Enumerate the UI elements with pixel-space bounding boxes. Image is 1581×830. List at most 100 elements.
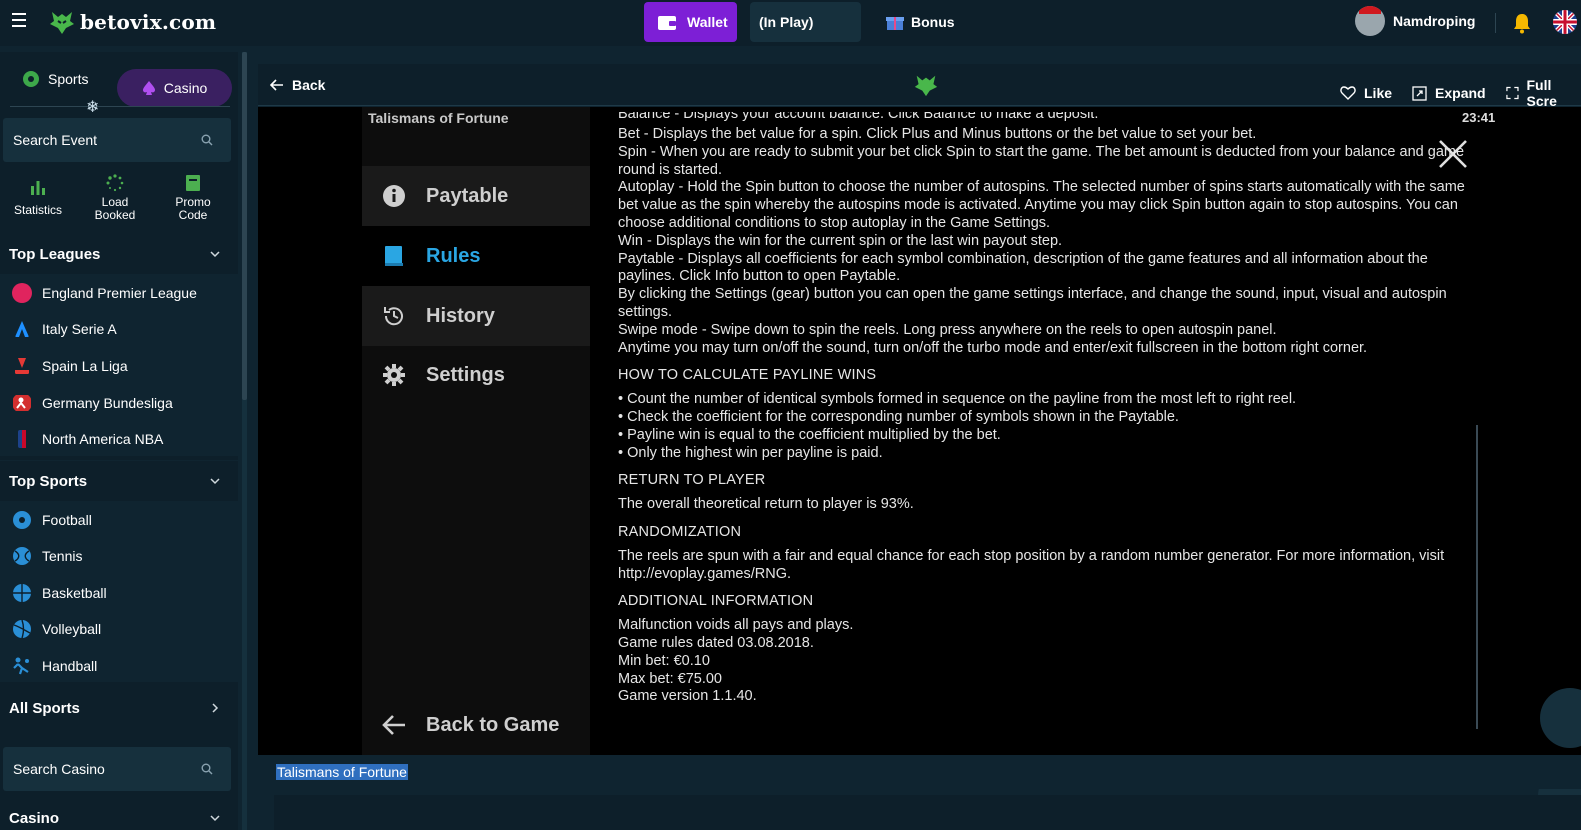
expand-label: Expand [1435, 85, 1486, 101]
brand-logo[interactable]: betovix.com [48, 8, 216, 36]
statistics-button[interactable]: Statistics [14, 178, 62, 217]
top-leagues-header[interactable]: Top Leagues [0, 234, 238, 274]
league-label: England Premier League [42, 285, 197, 301]
league-label: Spain La Liga [42, 358, 128, 374]
header-divider [1495, 13, 1496, 33]
premier-league-icon [12, 283, 32, 303]
additional-item: Game rules dated 03.08.2018. [618, 634, 814, 651]
inplay-label: (In Play) [759, 14, 814, 30]
soccer-ball-icon [23, 71, 39, 87]
rtp-text: The overall theoretical return to player… [618, 496, 914, 513]
casino-header[interactable]: Casino [0, 798, 238, 830]
sports-tab[interactable]: Sports [22, 70, 88, 88]
game-title: Talismans of Fortune [368, 110, 509, 126]
search-event-input[interactable]: Search Event [3, 118, 231, 162]
history-label: History [426, 304, 495, 327]
bonus-link[interactable]: Bonus [885, 12, 955, 32]
user-menu[interactable]: Namdroping [1355, 6, 1475, 36]
loading-icon [106, 174, 124, 192]
like-button[interactable]: Like [1340, 85, 1392, 101]
rule-paragraph: Paytable - Displays all coefficients for… [618, 250, 1428, 285]
league-germany-bundesliga[interactable]: Germany Bundesliga [12, 393, 173, 413]
promo-ticket-icon [186, 175, 200, 191]
fullscreen-button[interactable]: Full Scre [1505, 77, 1581, 109]
rule-paragraph: Win - Displays the win for the current s… [618, 232, 1063, 249]
gift-icon [886, 17, 904, 30]
bundesliga-icon [13, 395, 31, 411]
top-sports-header[interactable]: Top Sports [0, 461, 238, 501]
history-tab[interactable]: History [362, 286, 590, 346]
handball-player-icon [13, 657, 29, 675]
casino-section-title: Casino [9, 809, 60, 827]
rules-label: Rules [426, 244, 481, 267]
league-north-america-nba[interactable]: North America NBA [12, 429, 163, 449]
wolf-logo-icon [50, 12, 74, 34]
game-info-strip: Talismans of Fortune [258, 756, 1581, 789]
uk-flag-icon[interactable] [1553, 10, 1577, 34]
bar-chart-icon [31, 181, 45, 195]
football-icon [13, 511, 31, 529]
wallet-label: Wallet [687, 14, 728, 30]
basketball-icon [13, 584, 31, 602]
rules-content: Balance - Displays your account balance.… [618, 112, 1468, 706]
paytable-tab[interactable]: Paytable [362, 166, 590, 226]
payline-item: • Count the number of identical symbols … [618, 391, 1297, 408]
nba-icon [18, 430, 26, 448]
bell-icon[interactable] [1512, 12, 1532, 34]
tennis-ball-icon [13, 547, 31, 565]
brand-name: betovix.com [80, 10, 217, 34]
sport-volleyball[interactable]: Volleyball [12, 619, 101, 639]
arrow-left-icon [270, 79, 283, 91]
settings-tab[interactable]: Settings [362, 345, 590, 405]
statistics-label: Statistics [14, 203, 63, 217]
promo-code-button[interactable]: Promo Code [170, 174, 216, 222]
sidebar-scrollbar[interactable] [242, 52, 247, 830]
snowflake-icon: ❄ [86, 99, 100, 116]
league-label: North America NBA [42, 431, 164, 447]
expand-button[interactable]: Expand [1412, 85, 1486, 101]
top-bar: betovix.com Wallet (In Play) Bonus Namdr… [0, 0, 1581, 46]
menu-icon[interactable] [12, 13, 26, 29]
username: Namdroping [1393, 13, 1476, 29]
wallet-button[interactable]: Wallet [644, 2, 737, 42]
back-button[interactable]: Back [270, 77, 325, 93]
league-spain-la-liga[interactable]: Spain La Liga [12, 356, 128, 376]
sport-handball[interactable]: Handball [12, 656, 97, 676]
rules-scrollbar[interactable] [1476, 425, 1478, 729]
expand-icon [1412, 85, 1427, 101]
search-icon[interactable] [201, 763, 213, 775]
paytable-label: Paytable [426, 184, 509, 207]
la-liga-icon [15, 358, 29, 374]
divider [10, 106, 230, 107]
back-to-game-label: Back to Game [426, 713, 560, 736]
rule-paragraph: By clicking the Settings (gear) button y… [618, 286, 1447, 320]
casino-tab[interactable]: Casino [117, 69, 232, 107]
sport-football[interactable]: Football [12, 510, 92, 530]
rule-paragraph: Anytime you may turn on/off the sound, t… [618, 339, 1368, 356]
section-heading: RANDOMIZATION [618, 523, 742, 540]
inplay-balance-button[interactable]: (In Play) [750, 2, 861, 42]
sport-basketball[interactable]: Basketball [12, 583, 107, 603]
sport-tennis[interactable]: Tennis [12, 546, 82, 566]
history-icon [384, 307, 403, 326]
back-to-game-button[interactable]: Back to Game [362, 695, 590, 755]
additional-item: Max bet: €75.00 [618, 670, 722, 687]
rules-tab[interactable]: Rules [362, 226, 590, 286]
sports-tab-label: Sports [48, 71, 89, 87]
back-label: Back [292, 77, 326, 93]
volleyball-icon [13, 619, 31, 639]
search-casino-placeholder: Search Casino [13, 761, 105, 777]
league-england-premier-league[interactable]: England Premier League [12, 283, 197, 303]
game-iframe[interactable]: Talismans of Fortune Paytable Rules Hist… [258, 107, 1581, 755]
all-sports-header[interactable]: All Sports [0, 688, 238, 728]
casino-tab-label: Casino [163, 80, 208, 96]
serie-a-icon [15, 321, 29, 337]
load-booked-button[interactable]: Load Booked [92, 174, 138, 222]
payline-item: • Only the highest win per payline is pa… [618, 444, 883, 461]
chevron-down-icon [210, 251, 220, 258]
section-heading: ADDITIONAL INFORMATION [618, 593, 814, 610]
bottom-panel [274, 795, 1581, 830]
league-italy-serie-a[interactable]: Italy Serie A [12, 319, 117, 339]
search-casino-input[interactable]: Search Casino [3, 747, 231, 791]
search-icon[interactable] [201, 134, 213, 146]
